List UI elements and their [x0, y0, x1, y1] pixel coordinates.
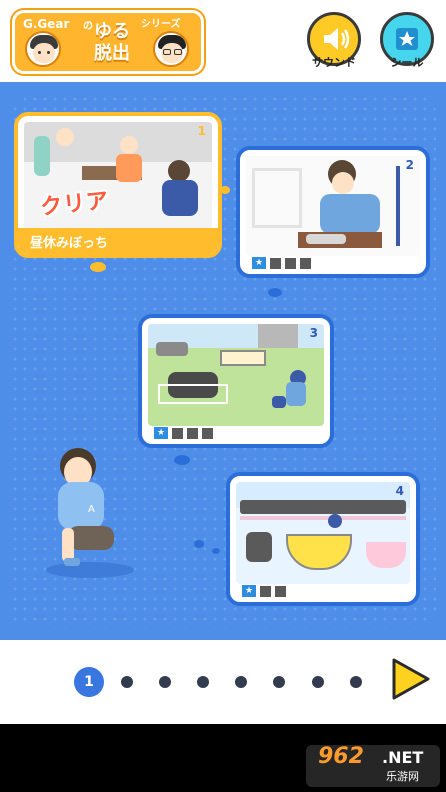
- bubble-dot: [174, 455, 190, 465]
- bubble-dot: [268, 288, 282, 297]
- game-logo: G.Gear の ゆる脱出 シリーズ: [12, 10, 204, 74]
- watermark-suffix: .NET: [382, 748, 424, 767]
- locked-slot: [260, 585, 271, 597]
- locked-slot: [300, 257, 311, 269]
- locked-slot: [285, 257, 296, 269]
- hint-status: ★: [242, 585, 286, 597]
- logo-brand: G.Gear: [23, 17, 70, 31]
- level-title-bar: 昼休みぼっち: [18, 228, 218, 254]
- level-title: 昼休みぼっち: [30, 236, 109, 251]
- level-4-thumbnail: [236, 482, 410, 584]
- sitting-boy-mascot: A: [46, 448, 134, 578]
- page-dot[interactable]: [312, 676, 324, 688]
- page-dot[interactable]: [197, 676, 209, 688]
- level-card-1[interactable]: 1 クリア 昼休みぼっち: [14, 112, 222, 258]
- page-dot[interactable]: [235, 676, 247, 688]
- level-card-2[interactable]: 2 ★: [236, 146, 430, 278]
- level-number: 2: [405, 158, 414, 172]
- level-number: 3: [309, 326, 318, 340]
- bubble-dot: [194, 540, 204, 548]
- level-number: 1: [197, 124, 206, 138]
- level-number: 4: [395, 484, 404, 498]
- header: G.Gear の ゆる脱出 シリーズ サウンド シール: [0, 0, 446, 82]
- locked-slot: [270, 257, 281, 269]
- locked-slot: [202, 427, 213, 439]
- page-dot[interactable]: [121, 676, 133, 688]
- level-card-4[interactable]: 4 ★: [226, 472, 420, 606]
- watermark-sub: 乐游网: [386, 770, 419, 783]
- hint-status: ★: [252, 257, 311, 269]
- level-2-thumbnail: [246, 156, 420, 256]
- star-badge-icon: ★: [154, 427, 168, 439]
- seal-label: シール: [390, 56, 424, 69]
- svg-text:A: A: [88, 504, 95, 515]
- next-page-arrow-icon[interactable]: [388, 657, 432, 701]
- level-card-3[interactable]: 3 ★: [138, 314, 334, 448]
- bubble-dot: [212, 548, 220, 554]
- locked-slot: [172, 427, 183, 439]
- boy-face-icon: [25, 31, 61, 67]
- pagination-bar: 1: [0, 640, 446, 724]
- page-indicator-current[interactable]: 1: [74, 667, 104, 697]
- hint-status: ★: [154, 427, 213, 439]
- page-dot[interactable]: [350, 676, 362, 688]
- star-badge-icon: ★: [252, 257, 266, 269]
- page-dot[interactable]: [159, 676, 171, 688]
- logo-title: ゆる脱出: [94, 21, 130, 64]
- glasses-boy-face-icon: [153, 31, 189, 67]
- locked-slot: [275, 585, 286, 597]
- star-badge-icon: ★: [242, 585, 256, 597]
- logo-series: シリーズ: [141, 19, 181, 30]
- level-3-thumbnail: [148, 324, 324, 426]
- bubble-dot: [90, 262, 106, 272]
- sound-label: サウンド: [312, 56, 356, 69]
- locked-slot: [187, 427, 198, 439]
- watermark-brand: 962: [318, 744, 364, 769]
- page-dot[interactable]: [273, 676, 285, 688]
